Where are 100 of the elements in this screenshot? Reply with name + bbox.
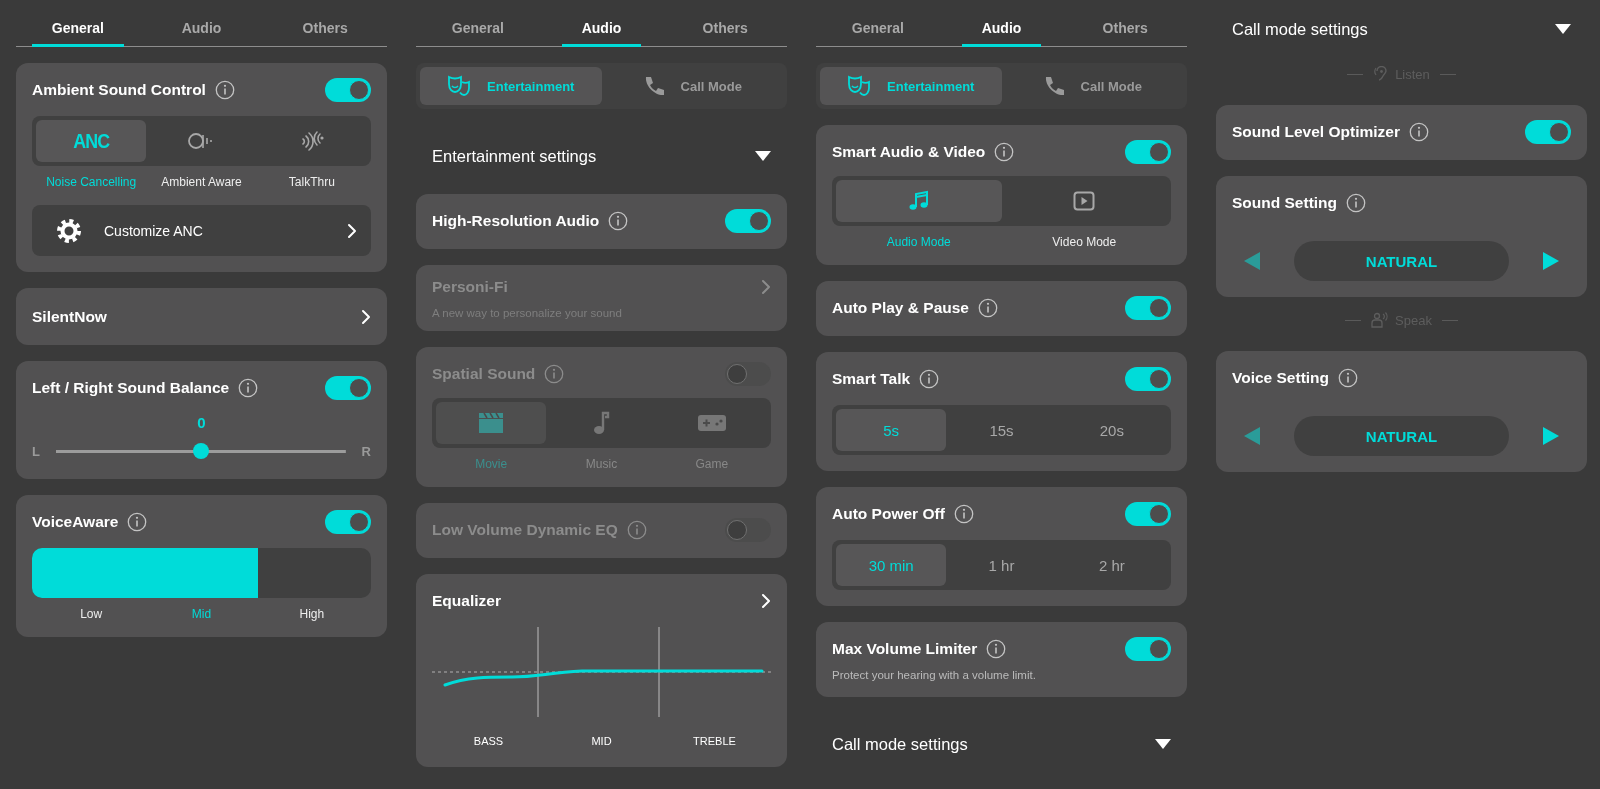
level-bar[interactable] (32, 548, 371, 598)
slider-thumb[interactable] (192, 443, 209, 459)
tab[interactable]: General (831, 0, 924, 47)
level-label: Mid (190, 607, 213, 621)
equalizer-card[interactable]: Equalizer BASS MID TREBLE (416, 574, 787, 767)
triangle-right-icon (1543, 252, 1559, 270)
tab[interactable]: General (31, 0, 124, 47)
info-icon[interactable] (919, 369, 940, 389)
setting-title: Low Volume Dynamic EQ (432, 521, 618, 539)
segment-option[interactable]: 20s (1056, 409, 1167, 451)
setting-title: Spatial Sound (432, 365, 536, 383)
setting-title: Sound Level Optimizer (1232, 123, 1400, 141)
segment-option[interactable]: 1 hr (946, 544, 1057, 586)
chevron-right-icon (761, 593, 771, 609)
setting-title: High-Resolution Audio (432, 212, 600, 230)
right-label: R (361, 443, 371, 459)
section-header[interactable]: Entertainment settings (416, 109, 787, 178)
mode-option[interactable]: ANC (36, 120, 147, 162)
info-icon[interactable] (127, 512, 148, 532)
music-note-icon (592, 411, 611, 435)
mode-label: Noise Cancelling (45, 175, 138, 189)
triangle-left-icon (1244, 252, 1260, 270)
setting-title: VoiceAware (32, 513, 119, 531)
ear-icon (1373, 66, 1390, 82)
tab[interactable]: Others (682, 0, 768, 47)
toggle-switch[interactable] (1125, 637, 1171, 661)
gear-icon (56, 217, 82, 244)
toggle-switch[interactable] (1525, 120, 1571, 144)
setting-title: Smart Audio & Video (832, 143, 986, 161)
info-icon[interactable] (977, 298, 998, 318)
toggle-switch[interactable] (1125, 296, 1171, 320)
segment-option[interactable]: 5s (836, 409, 947, 451)
speaking-person-icon (1371, 312, 1390, 328)
gamepad-icon (696, 413, 727, 433)
toggle-switch[interactable] (1125, 367, 1171, 391)
toggle-switch[interactable] (1125, 502, 1171, 526)
masks-icon (847, 75, 872, 97)
info-icon[interactable] (994, 142, 1015, 162)
chevron-right-icon (761, 279, 771, 295)
band-label: TREBLE (692, 735, 737, 747)
info-icon[interactable] (214, 80, 235, 100)
masks-icon (447, 75, 472, 97)
info-icon[interactable] (1338, 368, 1359, 388)
chevron-right-icon (361, 308, 371, 325)
segment-option[interactable]: 15s (946, 409, 1057, 451)
section-header[interactable]: Call mode settings (1216, 0, 1587, 51)
mode-label: Audio Mode (885, 235, 952, 249)
play-square-icon (1073, 191, 1096, 211)
setting-title: Auto Power Off (832, 505, 945, 523)
mode-label: TalkThru (287, 175, 336, 189)
mode-option[interactable] (836, 180, 1002, 222)
setting-title: Smart Talk (832, 370, 911, 388)
toggle-switch[interactable] (325, 510, 371, 534)
setting-value: NATURAL (1294, 416, 1509, 456)
segment-option[interactable]: 30 min (836, 544, 947, 586)
setting-title: Voice Setting (1232, 369, 1330, 387)
section-header[interactable]: Call mode settings (816, 697, 1187, 766)
tab[interactable]: General (431, 0, 524, 47)
level-label: High (298, 607, 326, 621)
left-label: L (32, 443, 40, 459)
toggle-switch[interactable] (1125, 140, 1171, 164)
info-icon[interactable] (1346, 193, 1367, 213)
chevron-right-icon (347, 222, 357, 239)
tab[interactable]: Audio (561, 0, 642, 47)
setting-title: Auto Play & Pause (832, 299, 969, 317)
clapperboard-icon (478, 412, 505, 434)
mode-tab[interactable]: Entertainment (420, 67, 602, 105)
triangle-right-icon (1543, 427, 1559, 445)
level-label: Low (79, 607, 104, 621)
segment-option[interactable]: 2 hr (1056, 544, 1167, 586)
setting-title: Left / Right Sound Balance (32, 379, 230, 397)
info-icon[interactable] (238, 378, 259, 398)
mode-label: Movie (474, 457, 509, 471)
info-icon[interactable] (608, 211, 629, 231)
tab[interactable]: Others (282, 0, 368, 47)
setting-title: Equalizer (432, 592, 501, 610)
toggle-switch[interactable] (725, 209, 771, 233)
tab[interactable]: Others (1082, 0, 1168, 47)
setting-title: Max Volume Limiter (832, 640, 978, 658)
toggle-switch[interactable] (325, 78, 371, 102)
toggle-switch[interactable] (325, 376, 371, 400)
mode-tab[interactable]: Entertainment (820, 67, 1002, 105)
band-label: MID (590, 735, 613, 747)
info-icon[interactable] (953, 504, 974, 524)
mode-label: Video Mode (1051, 235, 1118, 249)
customize-link[interactable]: Customize ANC (32, 205, 371, 256)
mode-tab[interactable]: Call Mode (601, 67, 783, 105)
link-card[interactable]: SilentNow (16, 288, 387, 345)
mode-label: Ambient Aware (160, 175, 243, 189)
setting-title: Ambient Sound Control (32, 81, 206, 99)
info-icon[interactable] (986, 639, 1007, 659)
setting-title: Sound Setting (1232, 194, 1338, 212)
tab[interactable]: Audio (161, 0, 242, 47)
triangle-left-icon (1244, 427, 1260, 445)
setting-description: Protect your hearing with a volume limit. (832, 669, 1037, 681)
tab[interactable]: Audio (961, 0, 1042, 47)
info-icon[interactable] (1408, 122, 1429, 142)
balance-value: 0 (196, 414, 207, 431)
music-notes-icon (907, 190, 930, 212)
mode-tab[interactable]: Call Mode (1001, 67, 1183, 105)
